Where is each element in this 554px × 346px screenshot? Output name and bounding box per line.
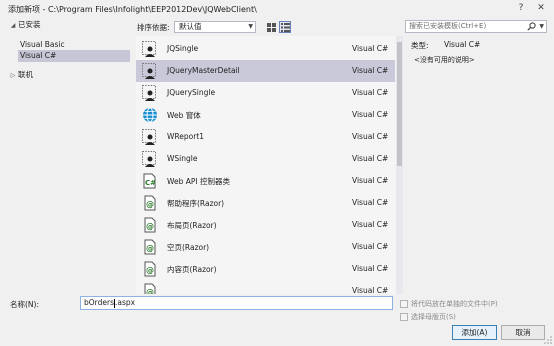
- tree-node-label: Visual Basic: [20, 40, 65, 49]
- template-language: Visual C#: [352, 154, 389, 163]
- template-name: JQuerySingle: [167, 88, 216, 97]
- razor-page-icon: @: [144, 195, 156, 211]
- details-view-button[interactable]: [279, 21, 291, 33]
- resize-grip-icon[interactable]: [544, 336, 552, 344]
- template-item-wreport1[interactable]: WReport1 Visual C#: [136, 126, 395, 148]
- template-item-helper-razor[interactable]: @ 帮助程序(Razor) Visual C#: [136, 192, 395, 214]
- template-person-icon: [142, 41, 156, 57]
- window-title: 添加新项 - C:\Program Files\Infolight\EEP201…: [8, 5, 257, 14]
- svg-text:@: @: [146, 266, 154, 275]
- template-name: 内容页(Razor): [167, 265, 217, 274]
- type-label: 类型:: [411, 41, 429, 50]
- globe-icon: [143, 107, 157, 123]
- template-person-icon: [142, 85, 156, 101]
- razor-page-icon: @: [144, 217, 156, 233]
- grid-icon: [267, 23, 276, 32]
- tree-node-installed[interactable]: ◢ 已安装: [8, 19, 130, 31]
- template-language: Visual C#: [352, 286, 389, 294]
- name-value-after-cursor: .aspx: [114, 298, 136, 307]
- collapsed-arrow-icon[interactable]: ▷: [8, 70, 18, 82]
- tree-node-online[interactable]: ▷ 联机: [8, 69, 130, 81]
- cancel-button[interactable]: 取消: [501, 325, 545, 340]
- name-value-before-cursor: bOrders: [84, 298, 114, 307]
- template-item-layout-razor[interactable]: @ 布局页(Razor) Visual C#: [136, 214, 395, 236]
- scrollbar-thumb[interactable]: [397, 42, 402, 166]
- list-toolbar: 排序依据: 默认值 ▼: [137, 19, 395, 35]
- tree-node-label: Visual C#: [20, 51, 57, 60]
- tree-node-visual-csharp[interactable]: Visual C#: [18, 50, 130, 62]
- razor-page-icon: @: [144, 261, 156, 277]
- search-icon[interactable]: [527, 22, 536, 31]
- template-language: Visual C#: [352, 132, 389, 141]
- template-language: Visual C#: [352, 198, 389, 207]
- name-input[interactable]: bOrders.aspx: [80, 296, 393, 310]
- chevron-down-icon[interactable]: ▼: [539, 21, 544, 32]
- template-name: JQueryMasterDetail: [167, 66, 240, 75]
- template-item-web-form[interactable]: Web 窗体 Visual C#: [136, 104, 395, 126]
- template-item-jquerymasterdetail[interactable]: JQueryMasterDetail Visual C#: [136, 60, 395, 82]
- template-item-partial[interactable]: @ Visual C#: [136, 280, 395, 294]
- template-name: Web API 控制器类: [167, 177, 230, 186]
- template-item-jquerysingle[interactable]: JQuerySingle Visual C#: [136, 82, 395, 104]
- template-person-icon: [142, 151, 156, 167]
- template-item-jqsingle[interactable]: JQSingle Visual C#: [136, 38, 395, 60]
- type-value: Visual C#: [444, 40, 481, 49]
- template-language: Visual C#: [352, 176, 389, 185]
- template-item-empty-razor[interactable]: @ 空页(Razor) Visual C#: [136, 236, 395, 258]
- razor-page-icon: @: [144, 283, 156, 294]
- select-master-page-checkbox[interactable]: 选择母版页(S): [400, 312, 456, 322]
- template-item-wsingle[interactable]: WSingle Visual C#: [136, 148, 395, 170]
- template-item-web-api-controller[interactable]: C# Web API 控制器类 Visual C#: [136, 170, 395, 192]
- place-code-separate-label: 将代码放在单独的文件中(P): [411, 300, 498, 308]
- template-name: WSingle: [167, 154, 198, 163]
- template-search-input[interactable]: 搜索已安装模板(Ctrl+E) ▼: [405, 20, 547, 33]
- template-language: Visual C#: [352, 88, 389, 97]
- template-name: Web 窗体: [167, 111, 201, 120]
- template-language: Visual C#: [352, 44, 389, 53]
- tree-node-installed-label: 已安装: [18, 20, 41, 29]
- add-button[interactable]: 添加(A): [452, 325, 497, 340]
- template-name: JQSingle: [167, 44, 199, 53]
- category-tree: ◢ 已安装 Visual Basic Visual C# ▷ 联机: [8, 19, 130, 290]
- csharp-class-icon: C#: [143, 173, 156, 189]
- sort-dropdown[interactable]: 默认值 ▼: [174, 21, 256, 33]
- template-name: WReport1: [167, 132, 205, 141]
- template-name: 空页(Razor): [167, 243, 210, 252]
- expanded-arrow-icon[interactable]: ◢: [8, 20, 18, 32]
- svg-text:@: @: [146, 200, 154, 209]
- template-name: 布局页(Razor): [167, 221, 217, 230]
- svg-text:@: @: [146, 244, 154, 253]
- template-list: JQSingle Visual C# JQueryMasterDetail Vi…: [136, 36, 396, 294]
- svg-text:C#: C#: [145, 179, 156, 187]
- sort-label: 排序依据:: [137, 23, 170, 32]
- medium-icons-view-button[interactable]: [265, 21, 277, 33]
- name-label: 名称(N):: [10, 300, 39, 309]
- template-language: Visual C#: [352, 110, 389, 119]
- close-button[interactable]: ✕: [534, 2, 548, 15]
- template-item-content-razor[interactable]: @ 内容页(Razor) Visual C#: [136, 258, 395, 280]
- chevron-down-icon: ▼: [248, 23, 253, 30]
- template-person-icon: [142, 63, 156, 79]
- place-code-separate-checkbox[interactable]: 将代码放在单独的文件中(P): [400, 299, 498, 309]
- search-placeholder: 搜索已安装模板(Ctrl+E): [409, 22, 487, 30]
- template-language: Visual C#: [352, 66, 389, 75]
- checkbox-box[interactable]: [400, 300, 408, 308]
- tree-node-online-label: 联机: [18, 70, 33, 79]
- template-description: <没有可用的说明>: [414, 56, 475, 64]
- select-master-page-label: 选择母版页(S): [411, 313, 456, 321]
- title-bar: 添加新项 - C:\Program Files\Infolight\EEP201…: [0, 0, 554, 18]
- template-name: 帮助程序(Razor): [167, 199, 225, 208]
- help-button[interactable]: ?: [514, 2, 528, 15]
- svg-text:@: @: [146, 222, 154, 231]
- sort-value: 默认值: [179, 22, 202, 31]
- template-list-scrollbar[interactable]: [396, 36, 403, 294]
- svg-text:@: @: [146, 288, 154, 294]
- razor-page-icon: @: [144, 239, 156, 255]
- template-person-icon: [142, 129, 156, 145]
- template-language: Visual C#: [352, 220, 389, 229]
- template-language: Visual C#: [352, 264, 389, 273]
- template-language: Visual C#: [352, 242, 389, 251]
- list-icon: [281, 23, 290, 32]
- checkbox-box[interactable]: [400, 313, 408, 321]
